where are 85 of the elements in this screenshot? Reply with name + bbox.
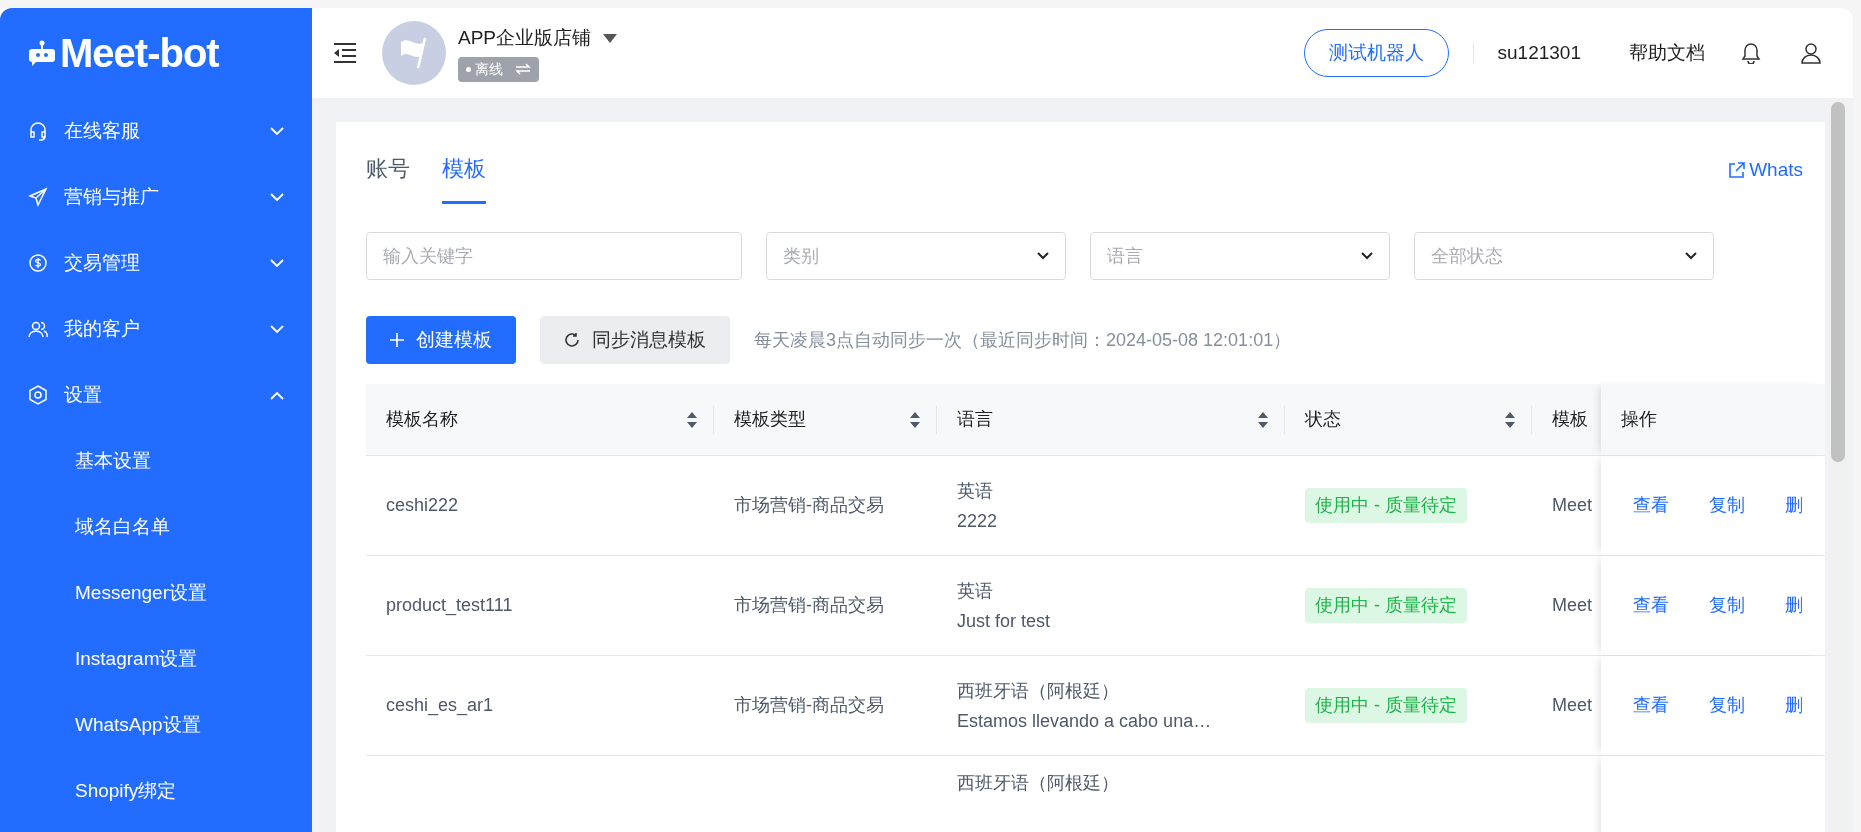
- chevron-up-icon: [270, 390, 284, 400]
- tab[interactable]: 账号: [366, 152, 410, 204]
- table-cell-text: 市场营销-商品交易: [734, 494, 884, 517]
- column-header[interactable]: 模板: [1532, 384, 1601, 455]
- table-cell-text: 2222: [957, 509, 998, 533]
- sidebar-submenu-item[interactable]: Instagram设置: [0, 626, 312, 692]
- external-link-icon: [1728, 161, 1746, 179]
- bell-icon[interactable]: [1741, 42, 1761, 64]
- table-cell-text: Meet: [1552, 594, 1593, 617]
- table-cell-text: Meet: [1552, 494, 1593, 517]
- table-cell-text: 英语: [957, 479, 993, 503]
- store-name[interactable]: APP企业版店铺: [458, 24, 592, 53]
- help-docs-link[interactable]: 帮助文档: [1629, 38, 1705, 68]
- chevron-down-icon: [270, 126, 284, 136]
- sync-templates-button[interactable]: 同步消息模板: [540, 316, 730, 364]
- sidebar-menu-item[interactable]: 我的客户: [0, 296, 312, 362]
- user-icon[interactable]: [1801, 42, 1821, 64]
- keyword-input[interactable]: 输入关键字: [366, 232, 742, 280]
- action-link[interactable]: 删: [1785, 592, 1803, 619]
- table-cell-text: ceshi_es_ar1: [386, 694, 494, 718]
- plus-icon: [390, 333, 404, 347]
- action-link[interactable]: 复制: [1709, 492, 1745, 519]
- status-badge: 使用中 - 质量待定: [1305, 688, 1467, 723]
- action-link[interactable]: 查看: [1633, 592, 1669, 619]
- filter-dropdown[interactable]: 语言: [1090, 232, 1390, 280]
- dollar-circle-icon: [28, 253, 48, 273]
- action-link[interactable]: 查看: [1633, 492, 1669, 519]
- sidebar-menu-item[interactable]: 在线客服: [0, 98, 312, 164]
- table-cell-text: 英语: [957, 579, 993, 603]
- create-template-button[interactable]: 创建模板: [366, 316, 516, 364]
- column-header[interactable]: 语言: [937, 384, 1285, 455]
- store-status: 离线: [475, 59, 503, 79]
- refresh-icon: [564, 332, 580, 348]
- table-cell-text: 市场营销-商品交易: [734, 694, 884, 717]
- chevron-down-icon: [270, 192, 284, 202]
- sort-icon[interactable]: [1257, 410, 1269, 429]
- sort-icon[interactable]: [909, 410, 921, 429]
- table-cell-text: Just for test: [957, 609, 1051, 633]
- action-link[interactable]: 删: [1785, 492, 1803, 519]
- chevron-down-icon: [270, 324, 284, 334]
- action-link[interactable]: 查看: [1633, 692, 1669, 719]
- username-link[interactable]: su121301: [1497, 38, 1581, 68]
- chevron-down-icon: [1361, 252, 1373, 260]
- column-header: 操作: [1601, 384, 1825, 455]
- dropdown-caret-icon[interactable]: [603, 33, 618, 44]
- table-cell-text: 西班牙语（阿根廷）: [957, 679, 1119, 703]
- users-icon: [28, 319, 48, 339]
- sidebar-submenu-item[interactable]: 基本设置: [0, 428, 312, 494]
- chevron-down-icon: [270, 258, 284, 268]
- table-cell-text: product_test111: [386, 594, 513, 618]
- sidebar-submenu-item[interactable]: WhatsApp设置: [0, 692, 312, 758]
- action-link[interactable]: 删: [1785, 692, 1803, 719]
- table-cell-text: 市场营销-商品交易: [734, 594, 884, 617]
- column-header[interactable]: 状态: [1285, 384, 1532, 455]
- sidebar-submenu-item[interactable]: Messenger设置: [0, 560, 312, 626]
- sidebar-menu-item[interactable]: 设置: [0, 362, 312, 428]
- column-header[interactable]: 模板类型: [714, 384, 937, 455]
- robot-logo-icon: [28, 39, 56, 67]
- chevron-down-icon: [1037, 252, 1049, 260]
- table-cell-text: Meet: [1552, 694, 1593, 717]
- logo-text: Meet-bot: [60, 33, 219, 73]
- table-cell-text: 西班牙语（阿根廷）: [957, 772, 1119, 795]
- sidebar-submenu-item[interactable]: Shopify绑定: [0, 758, 312, 824]
- chevron-down-icon: [1685, 252, 1697, 260]
- sort-icon[interactable]: [1504, 410, 1516, 429]
- paper-plane-icon: [28, 187, 48, 207]
- table-cell-text: ceshi222: [386, 494, 459, 517]
- tab[interactable]: 模板: [442, 152, 486, 204]
- sort-icon[interactable]: [686, 410, 698, 429]
- column-header[interactable]: 模板名称: [366, 384, 714, 455]
- sidebar-menu-item[interactable]: 交易管理: [0, 230, 312, 296]
- action-link[interactable]: 复制: [1709, 592, 1745, 619]
- status-badge: 使用中 - 质量待定: [1305, 488, 1467, 523]
- sidebar-menu-item[interactable]: 营销与推广: [0, 164, 312, 230]
- menu-collapse-icon[interactable]: [332, 42, 358, 64]
- filter-dropdown[interactable]: 类别: [766, 232, 1066, 280]
- sync-note: 每天凌晨3点自动同步一次（最近同步时间：2024-05-08 12:01:01）: [754, 328, 1292, 352]
- sidebar-submenu-item[interactable]: 域名白名单: [0, 494, 312, 560]
- table-cell-text: Estamos llevando a cabo una…: [957, 709, 1212, 733]
- settings-icon: [28, 385, 48, 405]
- external-link[interactable]: Whats: [1728, 152, 1803, 185]
- action-link[interactable]: 复制: [1709, 692, 1745, 719]
- filter-dropdown[interactable]: 全部状态: [1414, 232, 1714, 280]
- status-badge: 使用中 - 质量待定: [1305, 588, 1467, 623]
- headset-icon: [28, 121, 48, 141]
